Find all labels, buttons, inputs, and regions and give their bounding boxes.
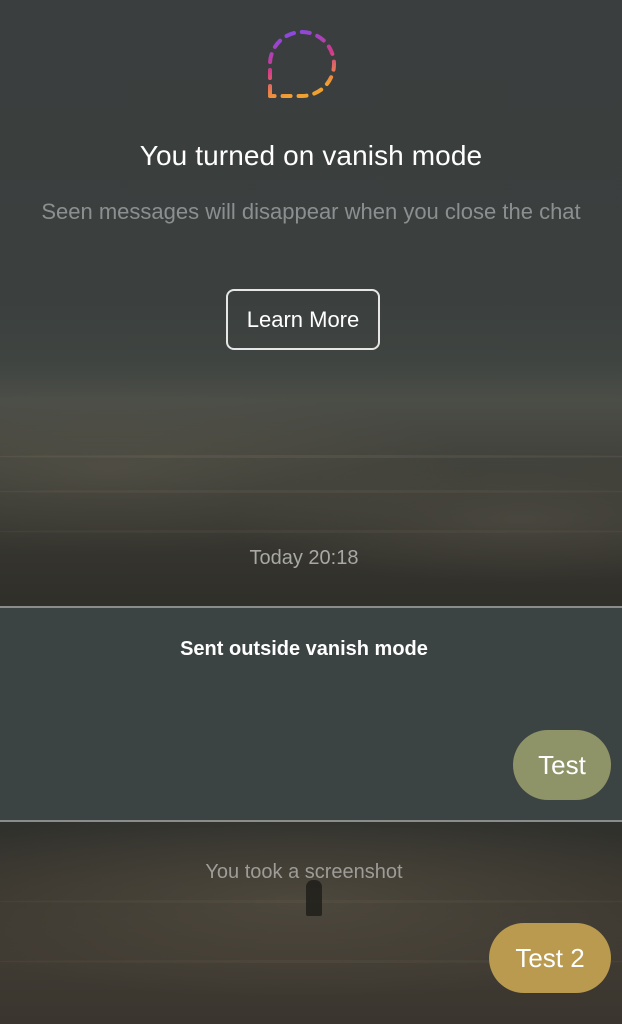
dune-streak bbox=[0, 530, 622, 533]
desert-figure bbox=[306, 880, 322, 916]
dune-streak bbox=[0, 455, 622, 458]
message-bubble[interactable]: Test bbox=[513, 730, 611, 800]
screenshot-notice: You took a screenshot bbox=[205, 861, 403, 883]
vanish-mode-icon bbox=[268, 30, 336, 98]
message-timestamp: Today 20:18 bbox=[249, 547, 359, 569]
learn-more-button[interactable]: Learn More bbox=[226, 289, 380, 350]
outside-vanish-mode-label: Sent outside vanish mode bbox=[180, 638, 428, 660]
vanish-mode-subtitle: Seen messages will disappear when you cl… bbox=[41, 199, 581, 224]
vanish-mode-chat-screen: You turned on vanish mode Seen messages … bbox=[0, 0, 622, 1024]
message-bubble[interactable]: Test 2 bbox=[489, 923, 611, 993]
vanish-mode-title: You turned on vanish mode bbox=[139, 140, 483, 171]
dune-streak bbox=[0, 490, 622, 493]
